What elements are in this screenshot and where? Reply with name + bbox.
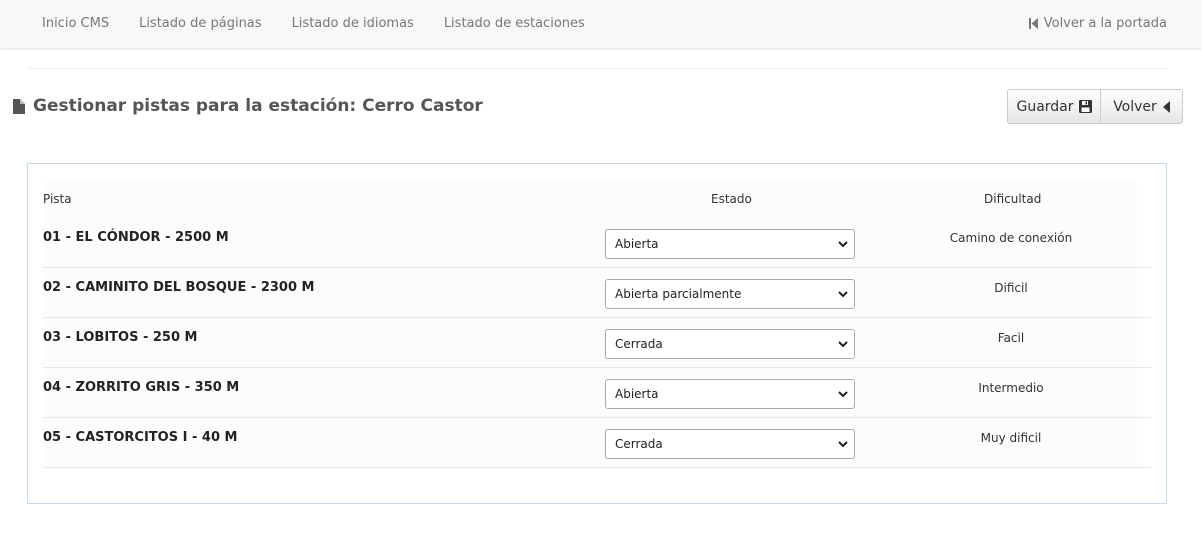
table-row: 01 - EL CÓNDOR - 2500 M Abierta Camino d… (43, 218, 1151, 268)
back-button-label: Volver (1113, 98, 1157, 115)
estado-select[interactable]: Abierta parcialmente (605, 279, 855, 309)
file-icon (13, 98, 25, 114)
save-button-label: Guardar (1016, 98, 1074, 115)
pistas-panel: Pista Estado Dificultad 01 - EL CÓNDOR -… (27, 163, 1167, 504)
chevron-down-icon (838, 291, 848, 298)
page-title-text: Gestionar pistas para la estación: Cerro… (33, 96, 483, 116)
chevron-down-icon (838, 241, 848, 248)
chevron-down-icon (838, 441, 848, 448)
estado-select[interactable]: Cerrada (605, 329, 855, 359)
table-row: 05 - CASTORCITOS I - 40 M Cerrada Muy di… (43, 418, 1151, 468)
save-button[interactable]: Guardar (1007, 89, 1101, 124)
estado-select-value: Abierta parcialmente (615, 287, 742, 301)
header-pista: Pista (43, 192, 72, 206)
action-button-group: Guardar Volver (1007, 89, 1183, 124)
pista-name: 04 - ZORRITO GRIS - 350 M (43, 380, 240, 395)
estado-select-value: Abierta (615, 387, 659, 401)
table-row: 03 - LOBITOS - 250 M Cerrada Facil (43, 318, 1151, 368)
back-button[interactable]: Volver (1101, 89, 1183, 124)
page-title: Gestionar pistas para la estación: Cerro… (13, 96, 483, 116)
nav-links: Inicio CMS Listado de páginas Listado de… (42, 16, 615, 31)
floppy-disk-icon (1078, 100, 1092, 113)
dificultad-value: Muy dificil (980, 431, 1042, 445)
chevron-down-icon (838, 341, 848, 348)
pista-name: 02 - CAMINITO DEL BOSQUE - 2300 M (43, 280, 315, 295)
nav-link-volver-portada[interactable]: Volver a la portada (1028, 16, 1167, 31)
header-dificultad: Dificultad (984, 192, 1042, 206)
nav-link-listado-estaciones[interactable]: Listado de estaciones (444, 16, 585, 31)
nav-link-inicio-cms[interactable]: Inicio CMS (42, 16, 109, 31)
dificultad-value: Dificil (994, 281, 1028, 295)
estado-select-value: Cerrada (615, 337, 663, 351)
estado-select[interactable]: Abierta (605, 379, 855, 409)
dificultad-value: Facil (997, 331, 1025, 345)
estado-select-value: Cerrada (615, 437, 663, 451)
pista-name: 05 - CASTORCITOS I - 40 M (43, 430, 238, 445)
pista-name: 01 - EL CÓNDOR - 2500 M (43, 230, 229, 245)
dificultad-value: Intermedio (978, 381, 1044, 395)
nav-link-volver-portada-label: Volver a la portada (1043, 16, 1167, 31)
caret-left-icon (1162, 100, 1170, 113)
divider (27, 68, 1167, 69)
table-row: 02 - CAMINITO DEL BOSQUE - 2300 M Abiert… (43, 268, 1151, 318)
top-navbar: Inicio CMS Listado de páginas Listado de… (0, 0, 1202, 48)
dificultad-value: Camino de conexión (949, 231, 1073, 245)
table-row: 04 - ZORRITO GRIS - 350 M Abierta Interm… (43, 368, 1151, 418)
nav-link-listado-idiomas[interactable]: Listado de idiomas (292, 16, 414, 31)
estado-select[interactable]: Abierta (605, 229, 855, 259)
step-backward-icon (1028, 18, 1038, 29)
header-estado: Estado (711, 192, 752, 206)
estado-select-value: Abierta (615, 237, 659, 251)
estado-select[interactable]: Cerrada (605, 429, 855, 459)
chevron-down-icon (838, 391, 848, 398)
pistas-table: Pista Estado Dificultad 01 - EL CÓNDOR -… (43, 180, 1151, 469)
pista-name: 03 - LOBITOS - 250 M (43, 330, 198, 345)
nav-link-listado-paginas[interactable]: Listado de páginas (139, 16, 261, 31)
